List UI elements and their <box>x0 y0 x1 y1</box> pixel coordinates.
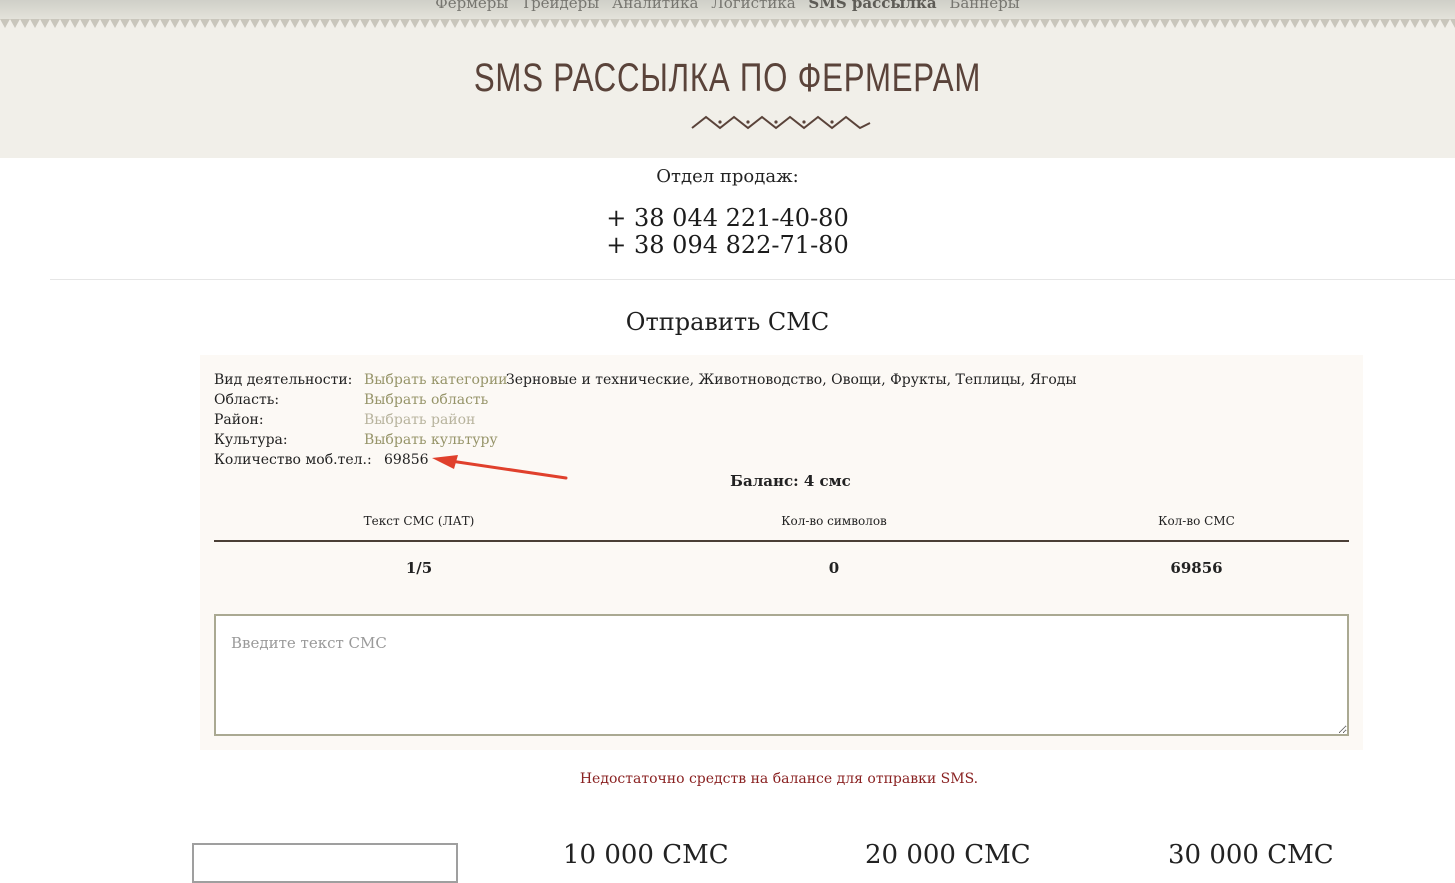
insufficient-balance-warning: Недостаточно средств на балансе для отпр… <box>579 771 979 787</box>
divider <box>50 279 1455 280</box>
send-sms-title: Отправить СМС <box>625 308 830 336</box>
cell-sms-count: 69856 <box>1170 559 1223 577</box>
cell-text-parts: 1/5 <box>405 559 433 577</box>
select-region-link[interactable]: Выбрать область <box>364 392 488 408</box>
nav-item-traders[interactable]: Трейдеры <box>521 0 599 12</box>
balance-text: Баланс: 4 смс <box>730 472 851 490</box>
nav-item-sms[interactable]: SMS рассылка <box>808 0 936 12</box>
package-card[interactable] <box>192 843 458 883</box>
package-30000-label[interactable]: 30 000 СМС <box>1168 840 1334 870</box>
col-header-text: Текст СМС (ЛАТ) <box>363 514 475 528</box>
culture-label: Культура: <box>214 432 288 448</box>
phone-number-2: + 38 094 822-71-80 <box>606 231 849 259</box>
sales-department-title: Отдел продаж: <box>656 166 799 187</box>
nav-item-analytics[interactable]: Аналитика <box>612 0 698 12</box>
zigzag-border <box>0 19 1455 32</box>
select-categories-link[interactable]: Выбрать категории <box>364 372 508 388</box>
page-title: SMS РАССЫЛКА ПО ФЕРМЕРАМ <box>473 56 982 100</box>
region-label: Область: <box>214 392 280 408</box>
district-label: Район: <box>214 412 264 428</box>
phones-count-value: 69856 <box>384 452 429 468</box>
main-nav: Фермеры Трейдеры Аналитика Логистика SMS… <box>0 0 1455 12</box>
col-header-chars: Кол-во символов <box>781 514 887 528</box>
nav-item-logistics[interactable]: Логистика <box>711 0 795 12</box>
activity-label: Вид деятельности: <box>214 372 353 388</box>
col-header-sms-count: Кол-во СМС <box>1158 514 1235 528</box>
table-header-divider <box>214 540 1349 542</box>
package-10000-label[interactable]: 10 000 СМС <box>563 840 729 870</box>
phone-number-1: + 38 044 221-40-80 <box>606 204 849 232</box>
package-20000-label[interactable]: 20 000 СМС <box>865 840 1031 870</box>
sms-text-input[interactable] <box>214 614 1349 736</box>
ornament-icon <box>691 115 871 130</box>
select-district-link[interactable]: Выбрать район <box>364 412 475 428</box>
phones-count-label: Количество моб.тел.: <box>214 452 372 468</box>
cell-char-count: 0 <box>828 559 840 577</box>
nav-item-banners[interactable]: Баннеры <box>949 0 1019 12</box>
select-culture-link[interactable]: Выбрать культуру <box>364 432 498 448</box>
selected-categories: Зерновые и технические, Животноводство, … <box>506 372 1077 388</box>
nav-item-farmers[interactable]: Фермеры <box>435 0 508 12</box>
